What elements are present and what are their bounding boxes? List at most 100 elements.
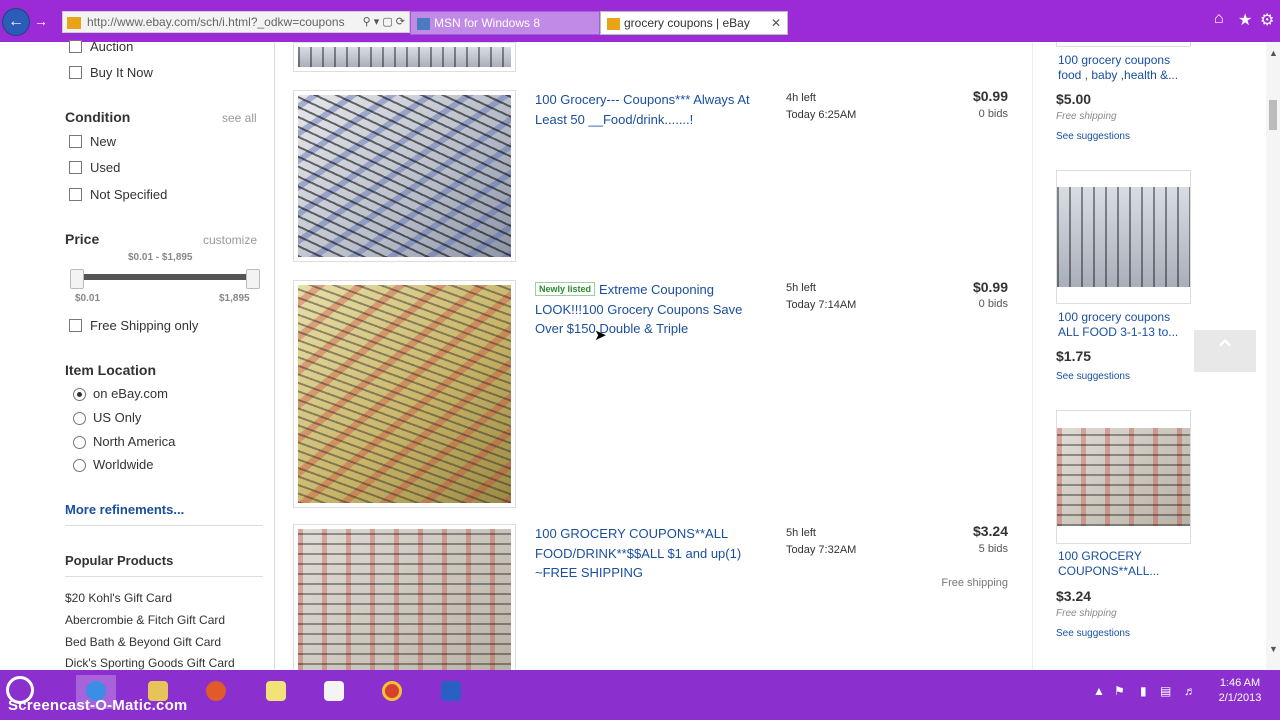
tab-title: MSN for Windows 8: [434, 16, 541, 30]
popular-product-link[interactable]: Bed Bath & Beyond Gift Card: [65, 635, 221, 649]
notes-icon: [266, 681, 286, 701]
chrome-taskbar-button[interactable]: [372, 675, 412, 709]
network-signal-icon[interactable]: ▤: [1160, 684, 1171, 698]
price-slider-min-handle[interactable]: [70, 269, 84, 289]
popular-product-link[interactable]: Dick's Sporting Goods Gift Card: [65, 656, 235, 670]
bid-count: 0 bids: [978, 298, 1008, 310]
end-time: Today 6:25AM: [786, 109, 857, 121]
condition-new-label: New: [90, 134, 117, 149]
address-url: http://www.ebay.com/sch/i.html?_odkw=cou…: [87, 15, 345, 29]
coupon-photo: [1057, 187, 1190, 287]
price-max-label: $1,895: [219, 293, 250, 304]
coupon-photo: [298, 285, 511, 503]
show-hidden-icons-icon[interactable]: ▲: [1093, 684, 1105, 698]
buy-it-now-checkbox[interactable]: [69, 66, 82, 79]
tab-title: grocery coupons | eBay: [624, 16, 750, 30]
time-left: 4h left: [786, 92, 816, 104]
volume-icon[interactable]: ♬: [1184, 684, 1196, 698]
address-controls-icon[interactable]: ⚲ ▾ ▢ ⟳: [363, 12, 405, 32]
location-ebay-radio[interactable]: [73, 388, 86, 401]
free-shipping-checkbox[interactable]: [69, 319, 82, 332]
condition-not-specified-checkbox[interactable]: [69, 188, 82, 201]
app-taskbar-button[interactable]: [196, 675, 236, 709]
battery-icon[interactable]: ▮: [1140, 684, 1147, 698]
notes-taskbar-button[interactable]: [256, 675, 296, 709]
java-taskbar-button[interactable]: [314, 675, 354, 709]
favorites-star-icon[interactable]: ★: [1238, 10, 1252, 30]
location-ebay-label: on eBay.com: [93, 386, 168, 401]
time-left: 5h left: [786, 527, 816, 539]
auction-checkbox[interactable]: [69, 40, 82, 53]
suggestion-thumbnail[interactable]: [1056, 170, 1191, 304]
condition-new-checkbox[interactable]: [69, 135, 82, 148]
forward-arrow-icon[interactable]: →: [34, 13, 56, 29]
shipping-label: Free shipping: [941, 577, 1008, 589]
popular-product-link[interactable]: $20 Kohl's Gift Card: [65, 591, 172, 605]
price-slider-max-handle[interactable]: [246, 269, 260, 289]
price-heading: Price: [65, 231, 100, 247]
listing-title-link[interactable]: 100 Grocery--- Coupons*** Always At Leas…: [535, 90, 767, 129]
refinement-sidebar: Auction Buy It Now Condition see all New…: [0, 39, 275, 670]
listing-title-link[interactable]: 100 GROCERY COUPONS**ALL FOOD/DRINK**$$A…: [535, 524, 767, 583]
home-icon[interactable]: ⌂: [1214, 10, 1224, 28]
tab-ebay[interactable]: grocery coupons | eBay ✕: [600, 11, 788, 35]
suggestion-title-link[interactable]: 100 GROCERY COUPONS**ALL...: [1058, 549, 1188, 579]
msn-icon: [417, 17, 430, 30]
listing-price: $0.99: [972, 88, 1008, 104]
see-suggestions-link[interactable]: See suggestions: [1056, 371, 1130, 382]
location-north-america-radio[interactable]: [73, 436, 86, 449]
more-refinements-link[interactable]: More refinements...: [65, 502, 184, 517]
popular-product-link[interactable]: Abercrombie & Fitch Gift Card: [65, 613, 225, 627]
suggestion-price: $5.00: [1056, 91, 1092, 107]
end-time: Today 7:14AM: [786, 299, 857, 311]
scroll-up-icon[interactable]: ▲: [1269, 48, 1278, 58]
condition-used-checkbox[interactable]: [69, 161, 82, 174]
condition-see-all-link[interactable]: see all: [222, 111, 257, 125]
address-bar[interactable]: http://www.ebay.com/sch/i.html?_odkw=cou…: [62, 11, 410, 33]
listing-thumbnail[interactable]: [293, 90, 516, 262]
free-shipping-label: Free Shipping only: [90, 318, 199, 333]
app-taskbar-button[interactable]: [431, 675, 471, 709]
action-center-flag-icon[interactable]: ⚑: [1114, 684, 1125, 698]
condition-used-label: Used: [90, 160, 121, 175]
back-to-top-button[interactable]: ⌃: [1194, 330, 1256, 372]
listing-thumbnail[interactable]: [293, 280, 516, 508]
scrollbar-thumb[interactable]: [1269, 100, 1277, 130]
listing-price: $3.24: [972, 523, 1008, 539]
bid-count: 5 bids: [978, 543, 1008, 555]
condition-heading: Condition: [65, 109, 131, 125]
suggestion-thumbnail[interactable]: [1056, 42, 1191, 47]
system-clock[interactable]: 1:46 AM 2/1/2013: [1208, 676, 1272, 706]
suggestion-title-link[interactable]: 100 grocery coupons ALL FOOD 3-1-13 to..…: [1058, 310, 1188, 340]
suggestion-shipping: Free shipping: [1056, 111, 1117, 122]
close-tab-icon[interactable]: ✕: [771, 12, 781, 34]
mouse-cursor-icon: ➤: [594, 327, 607, 344]
see-suggestions-link[interactable]: See suggestions: [1056, 628, 1130, 639]
location-us-radio[interactable]: [73, 412, 86, 425]
clock-date: 2/1/2013: [1218, 692, 1262, 704]
app-icon: [206, 681, 226, 701]
chrome-icon: [382, 681, 402, 701]
suggestion-title-link[interactable]: 100 grocery coupons food , baby ,health …: [1058, 53, 1188, 83]
coupon-photo: [298, 47, 511, 67]
listing-title-link[interactable]: Newly listed Extreme Couponing LOOK!!!100…: [535, 280, 767, 339]
back-button[interactable]: ←: [2, 8, 30, 36]
java-icon: [324, 681, 344, 701]
listing-price: $0.99: [972, 279, 1008, 295]
listing-thumbnail[interactable]: [293, 524, 516, 679]
divider: [65, 525, 263, 526]
bid-count: 0 bids: [978, 108, 1008, 120]
location-worldwide-radio[interactable]: [73, 459, 86, 472]
suggestion-thumbnail[interactable]: [1056, 410, 1191, 544]
settings-gear-icon[interactable]: ⚙: [1260, 10, 1274, 30]
scroll-down-icon[interactable]: ▼: [1269, 644, 1278, 654]
price-customize-link[interactable]: customize: [203, 233, 257, 247]
tab-msn[interactable]: MSN for Windows 8: [410, 11, 600, 35]
listing-thumbnail[interactable]: [293, 42, 516, 72]
chevron-up-icon: ⌃: [1213, 335, 1237, 366]
see-suggestions-link[interactable]: See suggestions: [1056, 131, 1130, 142]
coupon-photo: [298, 529, 511, 675]
price-slider-track[interactable]: [78, 274, 254, 280]
suggestion-shipping: Free shipping: [1056, 608, 1117, 619]
scrollbar[interactable]: ▲ ▼: [1266, 42, 1280, 670]
